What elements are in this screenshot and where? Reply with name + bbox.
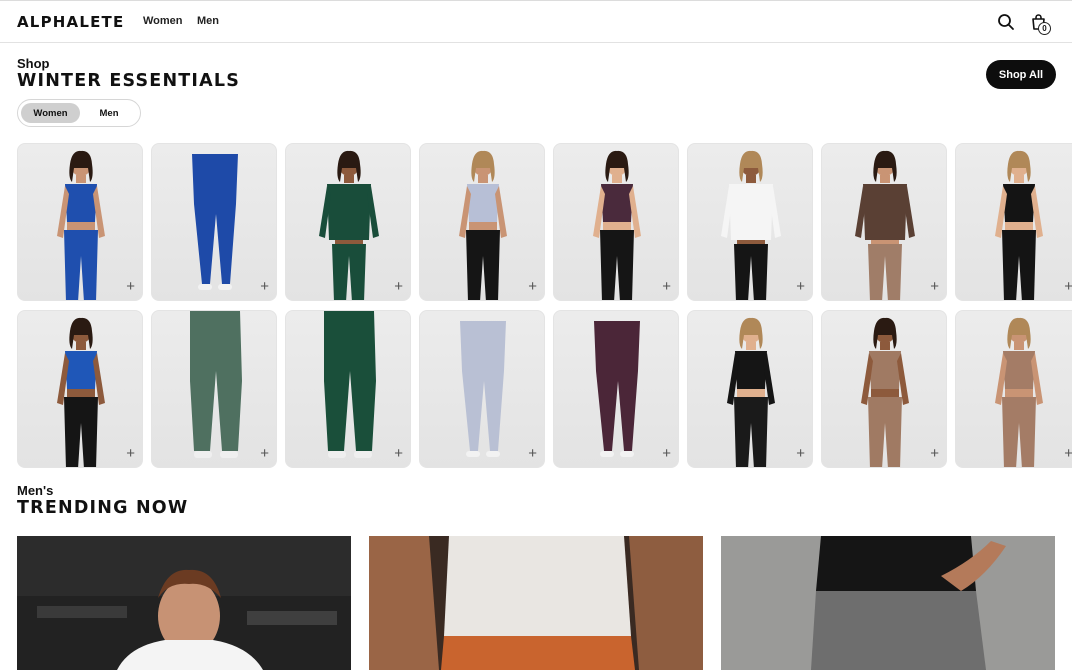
add-to-cart-icon[interactable]: + xyxy=(662,446,671,461)
add-to-cart-icon[interactable]: + xyxy=(796,279,805,294)
trending-eyebrow: Men's xyxy=(17,483,54,498)
product-image xyxy=(995,317,1043,467)
product-card[interactable]: + xyxy=(687,143,813,301)
add-to-cart-icon[interactable]: + xyxy=(528,446,537,461)
product-image xyxy=(593,150,641,300)
gender-toggle: Women Men xyxy=(17,99,141,127)
product-card[interactable]: + xyxy=(17,310,143,468)
product-card[interactable]: + xyxy=(553,143,679,301)
shop-all-button[interactable]: Shop All xyxy=(986,60,1056,89)
add-to-cart-icon[interactable]: + xyxy=(1064,446,1072,461)
add-to-cart-icon[interactable]: + xyxy=(260,279,269,294)
product-image xyxy=(192,154,238,290)
product-image xyxy=(861,317,909,467)
product-card[interactable]: + xyxy=(553,310,679,468)
product-card[interactable]: + xyxy=(151,143,277,301)
trending-banner-1[interactable] xyxy=(17,536,351,670)
add-to-cart-icon[interactable]: + xyxy=(260,446,269,461)
cart-count-badge: 0 xyxy=(1038,22,1051,35)
product-card[interactable]: + xyxy=(285,310,411,468)
nav-men-link[interactable]: Men xyxy=(197,15,219,27)
product-image xyxy=(727,317,775,467)
add-to-cart-icon[interactable]: + xyxy=(662,279,671,294)
add-to-cart-icon[interactable]: + xyxy=(394,279,403,294)
product-image xyxy=(319,150,379,300)
product-card[interactable]: + xyxy=(17,143,143,301)
toggle-women[interactable]: Women xyxy=(21,103,80,123)
product-card[interactable]: + xyxy=(821,143,947,301)
trending-banner-3[interactable] xyxy=(721,536,1055,670)
toggle-men[interactable]: Men xyxy=(84,103,134,123)
product-card[interactable]: + xyxy=(821,310,947,468)
site-header: ALPHALETE Women Men 0 xyxy=(0,0,1072,43)
add-to-cart-icon[interactable]: + xyxy=(126,446,135,461)
product-card[interactable]: + xyxy=(285,143,411,301)
product-image xyxy=(855,150,915,300)
section-eyebrow: Shop xyxy=(17,56,50,71)
product-card[interactable]: + xyxy=(151,310,277,468)
product-image xyxy=(995,150,1043,300)
add-to-cart-icon[interactable]: + xyxy=(796,446,805,461)
product-card[interactable]: + xyxy=(419,143,545,301)
add-to-cart-icon[interactable]: + xyxy=(126,279,135,294)
trending-image-1 xyxy=(17,536,351,670)
brand-logo[interactable]: ALPHALETE xyxy=(17,13,124,31)
product-image xyxy=(594,321,640,457)
product-image xyxy=(460,321,506,457)
add-to-cart-icon[interactable]: + xyxy=(1064,279,1072,294)
add-to-cart-icon[interactable]: + xyxy=(930,279,939,294)
trending-banner-2[interactable] xyxy=(369,536,703,670)
product-card[interactable]: + xyxy=(419,310,545,468)
nav-women-link[interactable]: Women xyxy=(143,15,183,27)
search-icon[interactable] xyxy=(996,12,1016,32)
product-card[interactable]: + xyxy=(955,310,1072,468)
product-image xyxy=(57,150,105,300)
trending-image-3 xyxy=(721,536,1055,670)
product-card[interactable]: + xyxy=(687,310,813,468)
add-to-cart-icon[interactable]: + xyxy=(528,279,537,294)
trending-image-2 xyxy=(369,536,703,670)
product-card[interactable]: + xyxy=(955,143,1072,301)
product-image xyxy=(324,311,376,458)
product-image xyxy=(459,150,507,300)
section-title: WINTER ESSENTIALS xyxy=(17,71,241,91)
product-image xyxy=(190,311,242,458)
trending-title: TRENDING NOW xyxy=(17,498,189,518)
product-image xyxy=(57,317,105,467)
product-image xyxy=(721,150,781,300)
add-to-cart-icon[interactable]: + xyxy=(394,446,403,461)
add-to-cart-icon[interactable]: + xyxy=(930,446,939,461)
